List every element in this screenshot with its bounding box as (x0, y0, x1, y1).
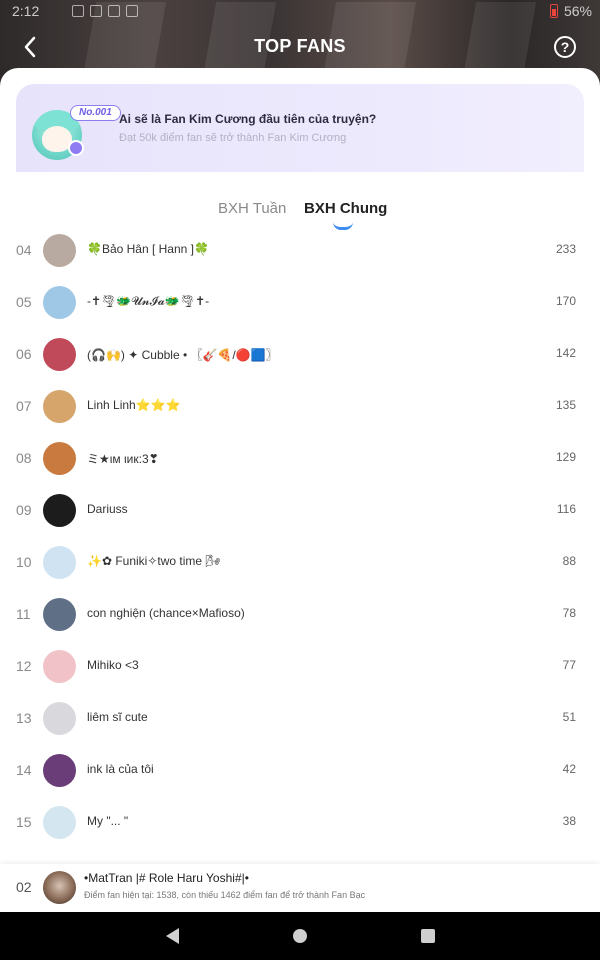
fan-row[interactable]: 07 Linh Linh⭐⭐⭐ 135 (0, 380, 600, 432)
help-button[interactable]: ? (554, 36, 576, 58)
status-bar: 2:12 56% (0, 0, 600, 24)
battery-icon (549, 4, 558, 18)
fan-row[interactable]: 14 ink là của tôi 42 (0, 744, 600, 796)
fan-rank: 15 (16, 814, 32, 830)
fan-row[interactable]: 04 🍀Bảo Hân [ Hann ]🍀 233 (0, 224, 600, 276)
fan-rank: 12 (16, 658, 32, 674)
system-nav-bar (0, 912, 600, 960)
fan-name: 🍀Bảo Hân [ Hann ]🍀 (87, 242, 209, 256)
fan-rank: 06 (16, 346, 32, 362)
my-name: •MatTran |# Role Haru Yoshi#|• (84, 871, 249, 885)
fan-rank: 05 (16, 294, 32, 310)
fan-score: 135 (555, 398, 576, 412)
fan-row[interactable]: 09 Dariuss 116 (0, 484, 600, 536)
fan-row[interactable]: 05 -✝🌪🐲𝓤𝓷𝓘𝓪🐲🌪✝- 170 (0, 276, 600, 328)
fan-rank: 09 (16, 502, 32, 518)
avatar (43, 494, 76, 527)
fan-score: 233 (555, 242, 576, 256)
nav-recents-icon[interactable] (421, 929, 435, 943)
diamond-gem-icon (68, 140, 84, 156)
fan-name: Linh Linh⭐⭐⭐ (87, 398, 181, 412)
fan-name: My "... " (87, 814, 129, 828)
avatar (43, 442, 76, 475)
fan-rank: 10 (16, 554, 32, 570)
fan-row[interactable]: 11 con nghiện (chance×Mafioso) 78 (0, 588, 600, 640)
fan-rank: 04 (16, 242, 32, 258)
fan-score: 42 (562, 762, 576, 776)
battery-percent: 56% (563, 3, 592, 19)
fan-name: Dariuss (87, 502, 128, 516)
nav-home-icon[interactable] (293, 929, 307, 943)
main-sheet: No.001 Ai sẽ là Fan Kim Cương đầu tiên c… (0, 68, 600, 912)
my-rank-bar[interactable]: 02 •MatTran |# Role Haru Yoshi#|• Điểm f… (0, 864, 600, 912)
banner-subtitle: Đạt 50k điểm fan sẽ trở thành Fan Kim Cư… (119, 132, 347, 144)
avatar (43, 806, 76, 839)
fan-score: 78 (562, 606, 576, 620)
fan-row[interactable]: 13 liêm sĩ cute 51 (0, 692, 600, 744)
nav-back-icon[interactable] (166, 928, 179, 944)
fan-score: 129 (555, 450, 576, 464)
fan-name: ✨✿ Funiki✧two time 🌬 (87, 554, 221, 568)
fan-name: -✝🌪🐲𝓤𝓷𝓘𝓪🐲🌪✝- (87, 294, 210, 308)
avatar (43, 702, 76, 735)
fan-score: 88 (562, 554, 576, 568)
fan-name: Mihiko <3 (87, 658, 139, 672)
fan-rank: 07 (16, 398, 32, 414)
fan-rank: 14 (16, 762, 32, 778)
fan-score: 51 (562, 710, 576, 724)
my-progress-note: Điểm fan hiện tại: 1538, còn thiếu 1462 … (84, 890, 366, 900)
fan-row[interactable]: 15 My "... " 38 (0, 796, 600, 848)
fan-row[interactable]: 12 Mihiko <3 77 (0, 640, 600, 692)
fan-name: (🎧🙌) ✦ Cubble • 〖🎸🍕/🔴🟦〗 (87, 348, 278, 362)
rank-badge: No.001 (70, 105, 121, 121)
status-time: 2:12 (12, 3, 40, 19)
avatar (43, 286, 76, 319)
fan-row[interactable]: 10 ✨✿ Funiki✧two time 🌬 88 (0, 536, 600, 588)
fan-rank: 11 (16, 606, 31, 622)
fan-score: 38 (562, 814, 576, 828)
tab-overall[interactable]: BXH Chung (304, 200, 387, 217)
avatar (43, 546, 76, 579)
fan-name: ミ★ιм ιик:3❣ (87, 452, 159, 466)
fan-rank: 08 (16, 450, 32, 466)
avatar (43, 871, 76, 904)
avatar (43, 390, 76, 423)
fan-score: 77 (562, 658, 576, 672)
fan-score: 142 (555, 346, 576, 360)
avatar (43, 234, 76, 267)
fan-row[interactable]: 06 (🎧🙌) ✦ Cubble • 〖🎸🍕/🔴🟦〗 142 (0, 328, 600, 380)
avatar (43, 650, 76, 683)
diamond-fan-banner: No.001 Ai sẽ là Fan Kim Cương đầu tiên c… (16, 84, 584, 172)
fan-name: ink là của tôi (87, 762, 154, 776)
fan-row[interactable]: 08 ミ★ιм ιик:3❣ 129 (0, 432, 600, 484)
avatar (43, 754, 76, 787)
fan-score: 116 (556, 502, 576, 516)
tab-weekly[interactable]: BXH Tuần (218, 200, 286, 217)
fan-name: con nghiện (chance×Mafioso) (87, 606, 245, 620)
fan-score: 170 (555, 294, 576, 308)
page-title: TOP FANS (254, 36, 346, 56)
status-right: 56% (549, 3, 592, 19)
banner-title: Ai sẽ là Fan Kim Cương đầu tiên của truy… (119, 112, 377, 126)
my-rank: 02 (16, 879, 32, 895)
avatar (43, 338, 76, 371)
notification-icons (72, 5, 138, 17)
fan-name: liêm sĩ cute (87, 710, 148, 724)
fan-rank: 13 (16, 710, 32, 726)
avatar (43, 598, 76, 631)
